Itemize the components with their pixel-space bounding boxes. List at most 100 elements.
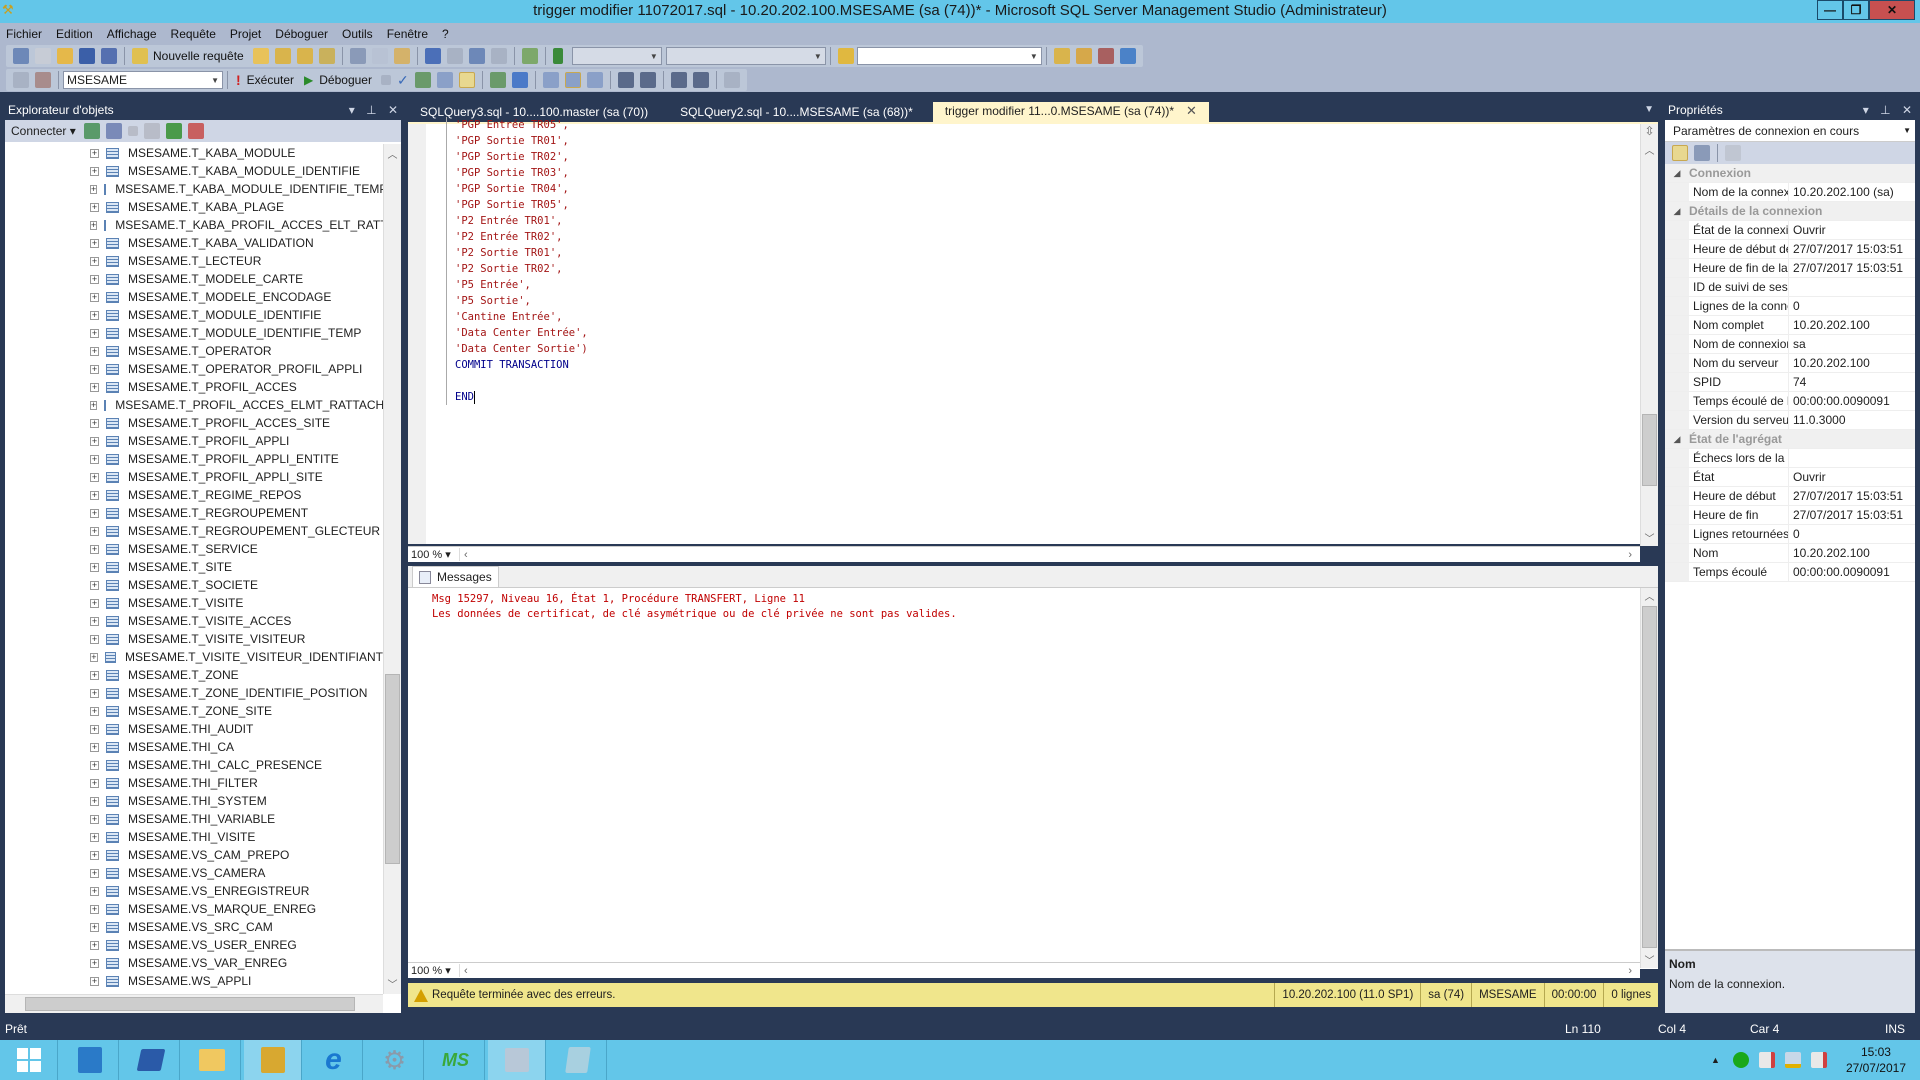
tree-node-table[interactable]: + MSESAME.T_SITE	[5, 558, 383, 576]
debug-button[interactable]: Déboguer	[319, 73, 372, 87]
menu-help[interactable]: ?	[442, 27, 449, 41]
refresh-icon[interactable]	[165, 123, 182, 139]
collapse-icon[interactable]: ◢	[1665, 168, 1689, 179]
results-vscrollbar[interactable]: ︿ ﹀	[1640, 588, 1658, 968]
menu-edition[interactable]: Edition	[56, 27, 93, 41]
property-row[interactable]: Nom de la connexion 10.20.202.100 (sa)	[1665, 183, 1915, 202]
property-row[interactable]: Temps écoulé 00:00:00.0090091	[1665, 563, 1915, 582]
debug-icon[interactable]: ▶	[304, 73, 313, 87]
solution-platform-combo[interactable]: ▼	[665, 47, 826, 65]
expand-icon[interactable]: +	[90, 310, 99, 320]
expand-icon[interactable]: +	[90, 472, 99, 482]
expand-icon[interactable]: +	[90, 940, 99, 950]
taskbar-services[interactable]: ⚙	[366, 1040, 424, 1080]
tree-node-table[interactable]: + MSESAME.WS_APPLI	[5, 972, 383, 990]
tree-node-table[interactable]: + MSESAME.THI_AUDIT	[5, 720, 383, 738]
tree-node-table[interactable]: + MSESAME.VS_CAMERA	[5, 864, 383, 882]
network-icon[interactable]	[1784, 1052, 1801, 1068]
scroll-left-icon[interactable]: ‹	[464, 965, 468, 977]
editor-zoom-select[interactable]: 100 % ▾	[408, 548, 460, 561]
tree-node-table[interactable]: + MSESAME.T_PROFIL_APPLI	[5, 432, 383, 450]
tree-node-table[interactable]: + MSESAME.T_ZONE	[5, 666, 383, 684]
scrollbar-thumb[interactable]	[1642, 606, 1657, 948]
toolbox-icon[interactable]	[1097, 48, 1114, 64]
menu-fichier[interactable]: Fichier	[6, 27, 42, 41]
expand-icon[interactable]: +	[90, 598, 99, 608]
expand-icon[interactable]: +	[90, 814, 99, 824]
property-row[interactable]: Nom de connexion sa	[1665, 335, 1915, 354]
property-row[interactable]: Heure de début 27/07/2017 15:03:51	[1665, 487, 1915, 506]
tabs-dropdown-icon[interactable]: ▼	[1644, 104, 1654, 115]
tree-node-table[interactable]: + MSESAME.VS_CAM_PREPO	[5, 846, 383, 864]
panel-close-icon[interactable]: ✕	[1902, 103, 1912, 117]
connect-icon[interactable]	[13, 72, 29, 88]
expand-icon[interactable]: +	[90, 634, 99, 644]
messages-tab[interactable]: Messages	[412, 566, 499, 587]
tree-node-table[interactable]: + MSESAME.T_PROFIL_ACCES_ELMT_RATTACHE	[5, 396, 383, 414]
tree-node-table[interactable]: + MSESAME.VS_SRC_CAM	[5, 918, 383, 936]
expand-icon[interactable]: +	[90, 184, 98, 194]
decrease-indent-icon[interactable]	[670, 72, 687, 88]
parse-icon[interactable]: ✓	[397, 72, 409, 89]
property-row[interactable]: Version du serveur 11.0.3000	[1665, 411, 1915, 430]
document-tab[interactable]: trigger modifier 11...0.MSESAME (sa (74)…	[932, 102, 1209, 122]
new-query-button[interactable]: Nouvelle requête	[153, 49, 244, 63]
tree-node-table[interactable]: + MSESAME.T_REGIME_REPOS	[5, 486, 383, 504]
tree-node-table[interactable]: + MSESAME.VS_MARQUE_ENREG	[5, 900, 383, 918]
add-item-icon[interactable]	[35, 48, 51, 64]
tree-node-table[interactable]: + MSESAME.T_REGROUPEMENT	[5, 504, 383, 522]
save-icon[interactable]	[79, 48, 95, 64]
expand-icon[interactable]: +	[90, 796, 99, 806]
expand-icon[interactable]: +	[90, 220, 98, 230]
expand-icon[interactable]: +	[90, 382, 99, 392]
tree-node-table[interactable]: + MSESAME.T_KABA_PROFIL_ACCES_ELT_RATT	[5, 216, 383, 234]
collapse-icon[interactable]: ◢	[1665, 434, 1689, 445]
expand-icon[interactable]: +	[90, 688, 99, 698]
expand-icon[interactable]: +	[90, 148, 99, 158]
client-statistics-icon[interactable]	[511, 72, 528, 88]
undo-icon[interactable]	[424, 48, 441, 64]
results-to-text-icon[interactable]	[542, 72, 559, 88]
minimize-button[interactable]: —	[1817, 0, 1843, 20]
include-actual-plan-icon[interactable]	[489, 72, 506, 88]
tree-node-table[interactable]: + MSESAME.T_MODELE_ENCODAGE	[5, 288, 383, 306]
expand-icon[interactable]: +	[90, 544, 99, 554]
expand-icon[interactable]: +	[90, 274, 99, 284]
navigate-backward-icon[interactable]	[468, 48, 485, 64]
expand-icon[interactable]: +	[90, 562, 99, 572]
taskbar-ms-app[interactable]: MS	[427, 1040, 485, 1080]
property-category[interactable]: ◢ Détails de la connexion	[1665, 202, 1915, 221]
query-designer-icon[interactable]	[436, 72, 453, 88]
paste-icon[interactable]	[393, 48, 410, 64]
expand-icon[interactable]: +	[90, 328, 99, 338]
xmla-query-icon[interactable]	[318, 48, 335, 64]
restore-button[interactable]: ❐	[1843, 0, 1869, 20]
tree-node-table[interactable]: + MSESAME.T_KABA_MODULE	[5, 144, 383, 162]
show-hidden-icons[interactable]: ▲	[1711, 1055, 1720, 1065]
menu-outils[interactable]: Outils	[342, 27, 373, 41]
increase-indent-icon[interactable]	[692, 72, 709, 88]
scroll-right-icon[interactable]: ›	[1628, 965, 1632, 977]
expand-icon[interactable]: +	[90, 346, 99, 356]
property-row[interactable]: Heure de fin de la connexion 27/07/2017 1…	[1665, 259, 1915, 278]
tree-node-table[interactable]: + MSESAME.THI_VARIABLE	[5, 810, 383, 828]
expand-icon[interactable]: +	[90, 580, 99, 590]
tree-node-table[interactable]: + MSESAME.T_VISITE_VISITEUR	[5, 630, 383, 648]
expand-icon[interactable]: +	[90, 238, 99, 248]
stop-icon[interactable]	[127, 126, 138, 136]
tree-node-table[interactable]: + MSESAME.T_KABA_MODULE_IDENTIFIE	[5, 162, 383, 180]
property-category[interactable]: ◢ État de l'agrégat	[1665, 430, 1915, 449]
expand-icon[interactable]: +	[90, 508, 99, 518]
tree-node-table[interactable]: + MSESAME.T_PROFIL_APPLI_SITE	[5, 468, 383, 486]
expand-icon[interactable]: +	[90, 616, 99, 626]
expand-icon[interactable]: +	[90, 256, 99, 266]
tree-node-table[interactable]: + MSESAME.T_REGROUPEMENT_GLECTEUR	[5, 522, 383, 540]
panel-dropdown-icon[interactable]: ▾	[1863, 103, 1869, 117]
copy-icon[interactable]	[371, 48, 388, 64]
database-select[interactable]: MSESAME ▼	[63, 71, 223, 89]
results-to-file-icon[interactable]	[586, 72, 603, 88]
expand-icon[interactable]: +	[90, 670, 99, 680]
categorized-icon[interactable]	[1672, 145, 1688, 161]
tree-node-table[interactable]: + MSESAME.T_SERVICE	[5, 540, 383, 558]
property-category[interactable]: ◢ Connexion	[1665, 164, 1915, 183]
